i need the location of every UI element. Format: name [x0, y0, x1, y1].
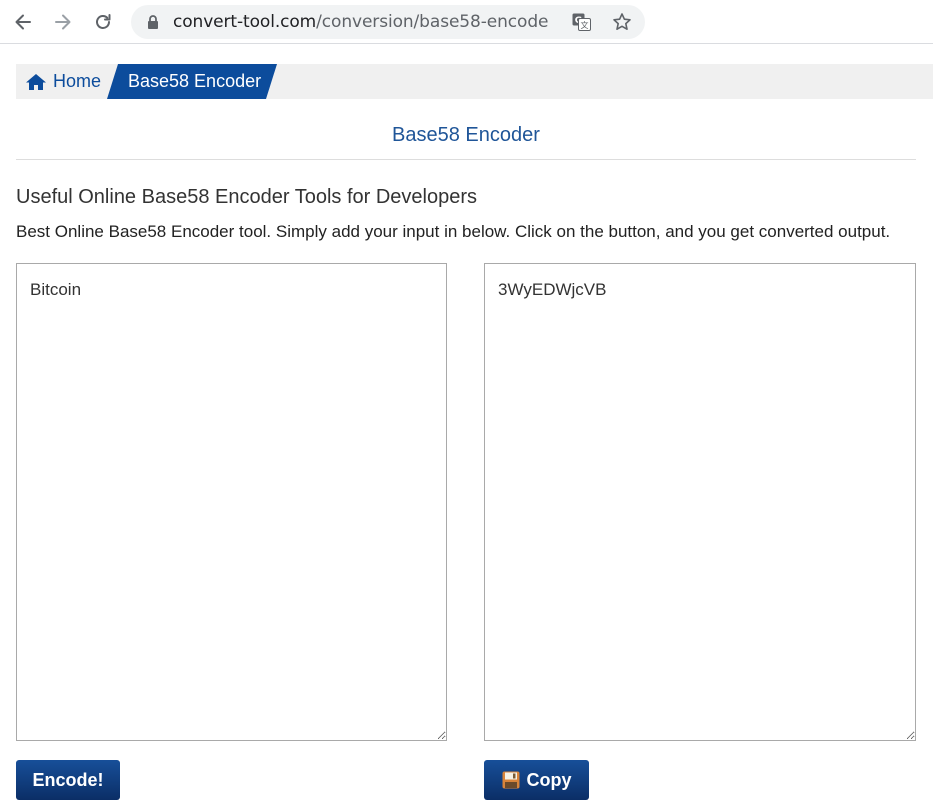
url-text: convert-tool.com/conversion/base58-encod…: [173, 11, 549, 33]
reload-button[interactable]: [89, 8, 117, 36]
star-icon[interactable]: [612, 12, 632, 32]
page-description: Best Online Base58 Encoder tool. Simply …: [16, 222, 891, 241]
address-bar[interactable]: convert-tool.com/conversion/base58-encod…: [131, 5, 645, 39]
home-icon: [26, 73, 46, 90]
encode-button[interactable]: Encode!: [16, 760, 120, 800]
page-title: Base58 Encoder: [392, 124, 540, 146]
breadcrumb-home[interactable]: Home: [25, 64, 101, 99]
reload-icon: [96, 14, 111, 29]
back-button[interactable]: [9, 8, 37, 36]
output-textarea[interactable]: 3WyEDWjcVB: [484, 263, 916, 741]
breadcrumb-home-label: Home: [53, 71, 102, 91]
lock-icon: [148, 15, 158, 29]
url-host: convert-tool.com: [173, 12, 317, 32]
copy-button-label: Copy: [526, 769, 572, 790]
svg-text:文: 文: [581, 20, 589, 30]
translate-icon[interactable]: G 文: [572, 13, 591, 31]
arrow-right-icon: [55, 14, 71, 30]
forward-button[interactable]: [49, 8, 77, 36]
browser-toolbar: convert-tool.com/conversion/base58-encod…: [0, 0, 933, 44]
floppy-disk-icon: [502, 771, 519, 789]
breadcrumb-current-label: Base58 Encoder: [128, 71, 262, 91]
encode-button-label: Encode!: [32, 769, 104, 790]
title-divider: [16, 159, 916, 160]
breadcrumb: Home Base58 Encoder: [16, 64, 933, 99]
breadcrumb-current: Base58 Encoder: [107, 64, 277, 99]
arrow-left-icon: [15, 14, 31, 30]
page-subtitle: Useful Online Base58 Encoder Tools for D…: [16, 186, 477, 208]
input-textarea[interactable]: Bitcoin: [16, 263, 447, 741]
copy-button[interactable]: Copy: [484, 760, 589, 800]
url-path: /conversion/base58-encode: [316, 12, 549, 32]
